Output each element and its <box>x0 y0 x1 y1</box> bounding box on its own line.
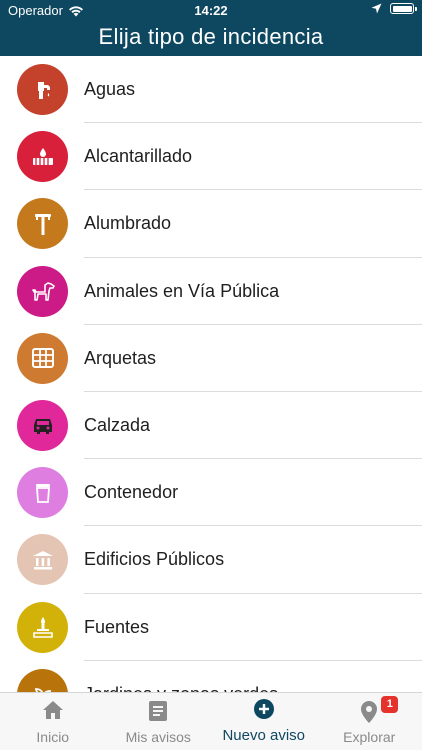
category-label: Alcantarillado <box>84 146 193 167</box>
category-item-fuentes[interactable]: Fuentes <box>0 594 422 661</box>
category-item-alumbrado[interactable]: Alumbrado <box>0 190 422 258</box>
category-icon-circle <box>17 265 68 317</box>
category-item-jardines[interactable]: Jardines y zonas verdes <box>0 661 422 692</box>
car-icon <box>33 419 52 435</box>
category-label: Animales en Vía Pública <box>84 280 280 301</box>
document-icon <box>149 701 168 721</box>
tab-label: Mis avisos <box>125 729 191 745</box>
location-pin-icon <box>361 701 378 723</box>
fountain-icon <box>32 617 53 638</box>
status-bar: Operador 14:22 <box>0 0 422 22</box>
status-time: 14:22 <box>194 3 228 18</box>
category-icon-circle <box>17 668 68 692</box>
water-tap-icon <box>37 81 50 99</box>
tab-label: Inicio <box>36 729 70 745</box>
category-label: Jardines y zonas verdes <box>84 684 278 692</box>
notification-badge: 1 <box>381 696 399 713</box>
category-item-calzada[interactable]: Calzada <box>0 392 422 460</box>
grate-icon <box>31 348 54 369</box>
app-header: Operador 14:22 Elija tipo de incidencia <box>0 0 422 56</box>
battery-icon <box>390 3 417 14</box>
category-label: Arquetas <box>84 347 157 368</box>
status-right <box>371 3 417 14</box>
plant-icon <box>34 688 51 692</box>
page-title: Elija tipo de incidencia <box>98 24 324 49</box>
tab-nuevo-aviso[interactable]: Nuevo aviso <box>211 693 317 750</box>
trash-bin-icon <box>35 483 50 503</box>
category-item-edificios[interactable]: Edificios Públicos <box>0 526 422 594</box>
tab-inicio[interactable]: Inicio <box>0 693 106 750</box>
category-label: Aguas <box>84 79 136 100</box>
category-icon-circle <box>17 467 68 519</box>
category-label: Contenedor <box>84 482 179 503</box>
category-item-aguas[interactable]: Aguas <box>0 56 422 124</box>
category-item-arquetas[interactable]: Arquetas <box>0 325 422 392</box>
tab-explorar[interactable]: 1 Explorar <box>317 693 422 750</box>
tab-mis-avisos[interactable]: Mis avisos <box>106 693 212 750</box>
dog-icon <box>31 282 55 301</box>
category-icon-circle <box>17 198 68 250</box>
category-list: Aguas Alcantarillado Alumbrado Animales … <box>0 56 422 692</box>
category-item-alcantarillado[interactable]: Alcantarillado <box>0 123 422 191</box>
category-icon-circle <box>17 534 68 586</box>
location-arrow-icon <box>371 3 382 14</box>
tab-bar: Inicio Mis avisos Nuevo aviso 1 Explorar <box>0 692 422 750</box>
category-icon-circle <box>17 332 68 384</box>
category-label: Alumbrado <box>84 213 172 234</box>
category-item-animales[interactable]: Animales en Vía Pública <box>0 258 422 325</box>
building-icon <box>32 550 53 570</box>
category-label: Fuentes <box>84 616 150 637</box>
category-label: Edificios Públicos <box>84 549 225 570</box>
streetlight-icon <box>34 213 51 235</box>
category-icon-circle <box>17 601 68 653</box>
category-icon-circle <box>17 131 68 183</box>
category-item-contenedor[interactable]: Contenedor <box>0 459 422 527</box>
category-icon-circle <box>17 64 68 115</box>
category-label: Calzada <box>84 415 151 436</box>
sewer-icon <box>32 147 53 165</box>
category-icon-circle <box>17 399 68 451</box>
home-icon <box>42 701 63 719</box>
plus-circle-icon <box>253 699 274 719</box>
tab-label: Explorar <box>343 729 396 745</box>
tab-label: Nuevo aviso <box>222 727 306 744</box>
